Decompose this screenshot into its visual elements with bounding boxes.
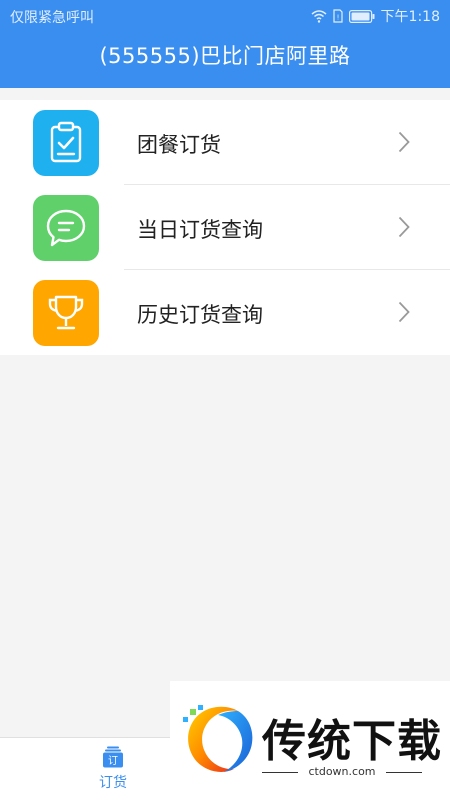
order-tab-icon: 订: [103, 746, 123, 768]
status-bar: 仅限紧急呼叫 ! 下午1:18: [0, 0, 450, 30]
clipboard-check-icon: [33, 110, 99, 176]
trophy-icon: [33, 280, 99, 346]
chat-bubble-icon: [33, 195, 99, 261]
status-time: 下午1:18: [380, 9, 440, 25]
chevron-right-icon: [398, 216, 410, 238]
svg-text:!: !: [336, 14, 339, 22]
page-title: (555555)巴比门店阿里路: [99, 44, 351, 68]
chevron-right-icon: [398, 301, 410, 323]
menu-item-label: 历史订货查询: [137, 303, 263, 327]
watermark-overlay: 传统下载 ctdown.com: [170, 681, 450, 800]
sim-icon: !: [332, 9, 343, 23]
wifi-icon: [311, 9, 327, 23]
menu-item-today-orders[interactable]: 当日订货查询: [0, 185, 450, 270]
battery-icon: [348, 9, 375, 23]
status-left-text: 仅限紧急呼叫: [10, 10, 94, 26]
tab-order[interactable]: 订 订货: [82, 746, 144, 792]
menu-item-label: 团餐订货: [137, 133, 221, 157]
chevron-right-icon: [398, 131, 410, 153]
app-header: 仅限紧急呼叫 ! 下午1:18 (555555)巴比门店阿里路: [0, 0, 450, 88]
watermark-logo-icon: [180, 703, 256, 783]
menu-list: 团餐订货 当日订货查询 历史订货查询: [0, 100, 450, 355]
menu-item-group-order[interactable]: 团餐订货: [0, 100, 450, 185]
watermark-text: 传统下载: [262, 716, 442, 767]
watermark-domain: ctdown.com: [262, 765, 422, 778]
menu-item-label: 当日订货查询: [137, 218, 263, 242]
status-right: ! 下午1:18: [311, 6, 440, 26]
svg-text:订: 订: [108, 755, 118, 767]
menu-item-history-orders[interactable]: 历史订货查询: [0, 270, 450, 355]
tab-label: 订货: [99, 775, 127, 791]
